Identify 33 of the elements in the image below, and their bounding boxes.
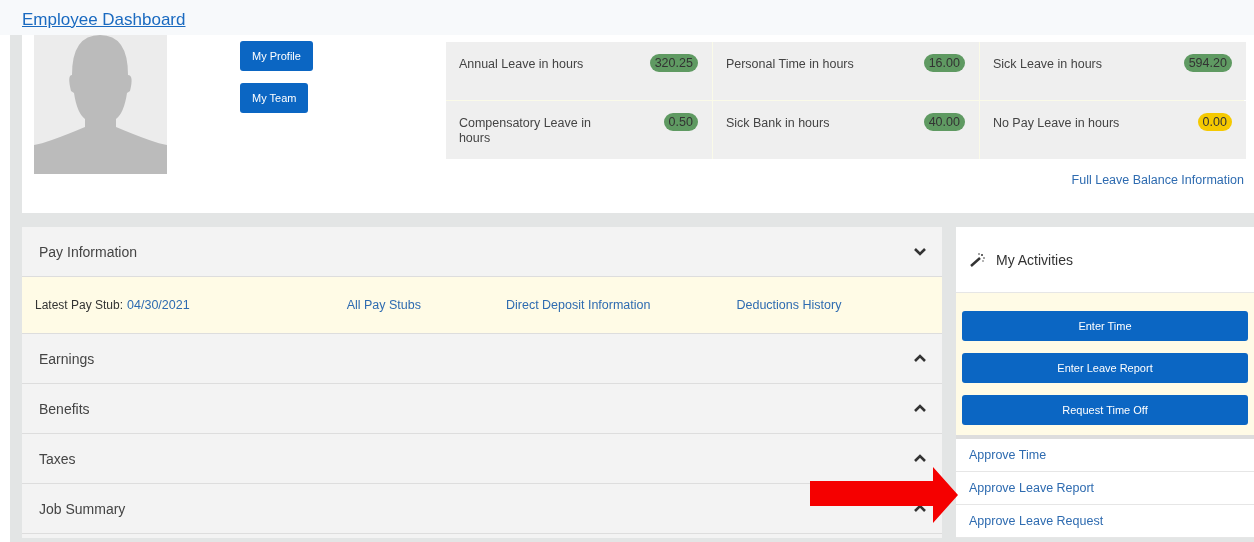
page-title-link[interactable]: Employee Dashboard <box>22 9 186 30</box>
section-title: Job Summary <box>39 500 126 517</box>
profile-button[interactable]: My Team <box>240 83 309 113</box>
leave-hours-badge: 0.50 <box>663 113 698 131</box>
leave-hours-badge: 16.00 <box>923 54 965 72</box>
latest-pay-stub-label: Latest Pay Stub: <box>35 298 124 312</box>
section-title: Benefits <box>39 400 90 417</box>
activities-title: My Activities <box>996 251 1073 268</box>
leave-hours-badge: 320.25 <box>649 54 698 72</box>
full-leave-balance-link[interactable]: Full Leave Balance Information <box>1071 173 1244 187</box>
leave-hours-badge: 40.00 <box>923 113 965 131</box>
approval-link[interactable]: Approve Leave Request <box>969 514 1104 528</box>
section-title: Taxes <box>39 450 76 467</box>
profile-button[interactable]: My Profile <box>240 41 313 71</box>
activity-button[interactable]: Request Time Off <box>962 395 1248 425</box>
activity-button[interactable]: Enter Time <box>962 311 1248 341</box>
approval-link[interactable]: Approve Time <box>969 448 1047 462</box>
pay-stub-date-link[interactable]: 04/30/2021 <box>127 298 190 312</box>
activity-button[interactable]: Enter Leave Report <box>962 353 1248 383</box>
leave-label: Sick Bank in hours <box>725 116 831 131</box>
leave-label: Annual Leave in hours <box>458 57 585 72</box>
section-title: Earnings <box>39 350 95 367</box>
pay-link[interactable]: All Pay Stubs <box>346 298 421 312</box>
leave-hours-badge: 594.20 <box>1183 54 1232 72</box>
leave-label: No Pay Leave in hours <box>992 116 1121 131</box>
section-title: Pay Information <box>39 243 138 260</box>
approval-link[interactable]: Approve Leave Report <box>969 481 1095 495</box>
pay-link[interactable]: Direct Deposit Information <box>505 298 651 312</box>
leave-label: Compensatory Leave in hours <box>458 116 592 146</box>
leave-hours-badge: 0.00 <box>1197 113 1232 131</box>
leave-label: Personal Time in hours <box>725 57 855 72</box>
pay-link[interactable]: Deductions History <box>736 298 842 312</box>
leave-label: Sick Leave in hours <box>992 57 1103 72</box>
